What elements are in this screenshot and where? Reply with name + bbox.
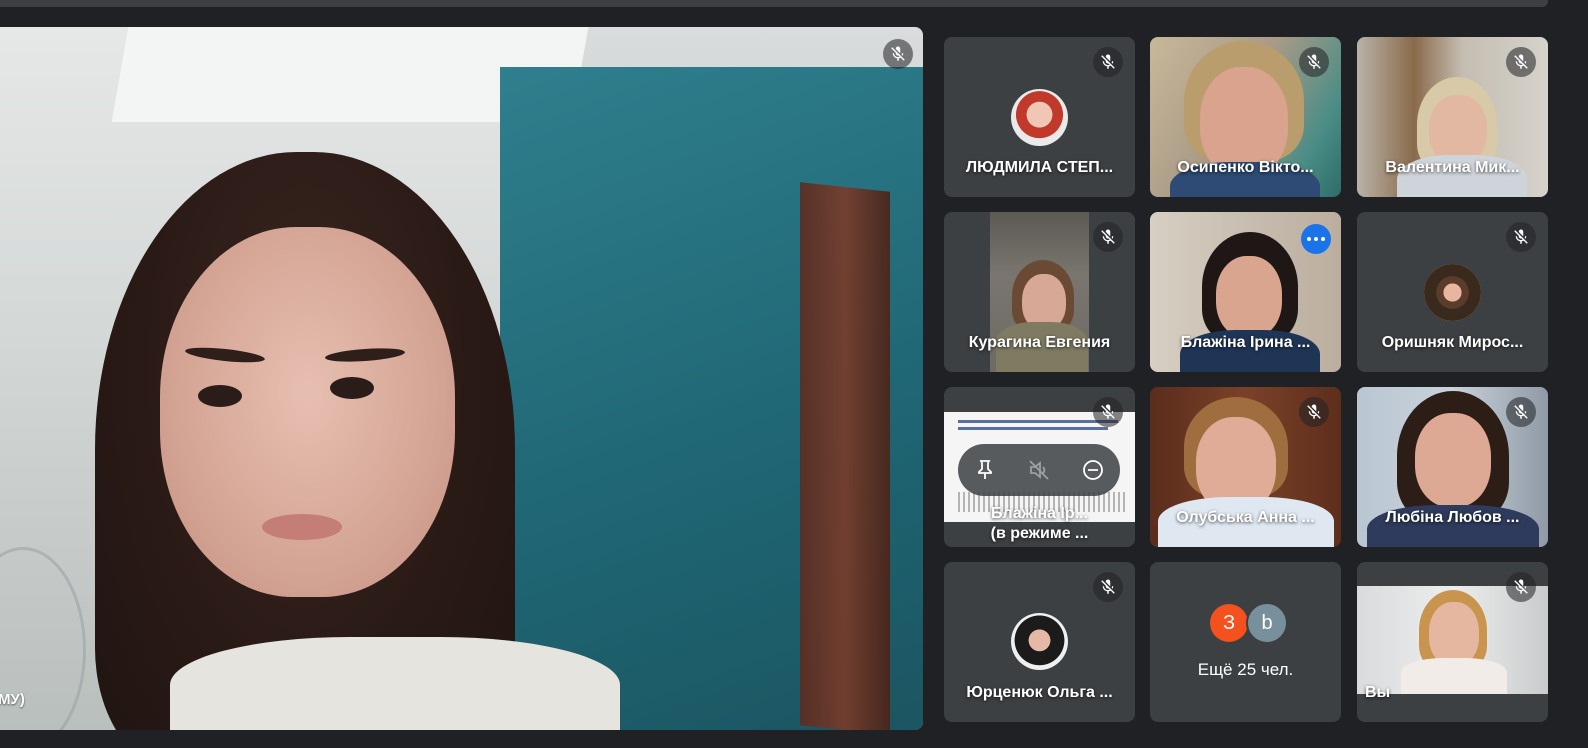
participant-name: ЛЮДМИЛА СТЕП... [965, 159, 1114, 176]
participant-tile[interactable]: Валентина Мик... [1357, 37, 1548, 197]
participant-name: Любіна Любов ... [1385, 509, 1520, 526]
mic-off-icon [1506, 47, 1536, 77]
pin-icon[interactable] [970, 455, 1000, 485]
avatar: З [1210, 604, 1248, 642]
participant-face [1415, 413, 1491, 507]
mic-off-icon [1506, 397, 1536, 427]
avatar: b [1246, 602, 1288, 644]
mic-off-icon [1299, 47, 1329, 77]
avatar [1011, 613, 1068, 670]
participant-name: Валентина Мик... [1385, 159, 1520, 176]
participant-name: Блажіна Ір... [991, 505, 1088, 522]
tile-controls [958, 444, 1120, 496]
participant-subtitle: (в режиме ... [990, 525, 1089, 542]
mic-off-icon [883, 39, 913, 69]
speaker-face [160, 227, 455, 597]
main-video-tile[interactable]: МУ) [0, 27, 923, 730]
participant-tile[interactable]: Юрценюк Ольга ... [944, 562, 1135, 722]
video-door [800, 182, 890, 730]
participant-face [1216, 256, 1282, 338]
more-participants-tile[interactable]: З b Ещё 25 чел. [1150, 562, 1341, 722]
speaker-eye [330, 377, 374, 399]
more-participants-count: Ещё 25 чел. [1197, 660, 1294, 679]
participant-tile[interactable]: Курагина Евгения [944, 212, 1135, 372]
participant-tile[interactable]: Олубська Анна ... [1150, 387, 1341, 547]
mic-off-icon [1299, 397, 1329, 427]
participant-name: Блажіна Ірина ... [1180, 334, 1311, 351]
self-face [1429, 602, 1479, 666]
participant-name: Олубська Анна ... [1176, 509, 1315, 526]
self-name: Вы [1365, 684, 1391, 701]
avatar [1424, 264, 1481, 321]
participant-tile-active[interactable]: Блажіна Ірина ... [1150, 212, 1341, 372]
participant-name: Осипенко Вікто... [1177, 159, 1314, 176]
top-bar [0, 0, 1548, 7]
self-tile[interactable]: Вы [1357, 562, 1548, 722]
more-options-icon[interactable] [1301, 224, 1331, 254]
participant-tile[interactable]: Оришняк Мирос... [1357, 212, 1548, 372]
remove-icon[interactable] [1078, 455, 1108, 485]
main-participant-name: МУ) [0, 691, 25, 708]
doc-line [958, 420, 1118, 423]
mic-off-icon [1506, 572, 1536, 602]
participant-tile[interactable]: ЛЮДМИЛА СТЕП... [944, 37, 1135, 197]
doc-line [958, 427, 1108, 430]
participant-avatars: З b [1210, 602, 1290, 644]
participant-name: Юрценюк Ольга ... [966, 684, 1113, 701]
volume-off-icon[interactable] [1024, 455, 1054, 485]
speaker-lips [262, 514, 342, 540]
participant-tile[interactable]: Осипенко Вікто... [1150, 37, 1341, 197]
mic-off-icon [1093, 47, 1123, 77]
participant-name: Оришняк Мирос... [1381, 334, 1524, 351]
volume-off-icon [1093, 397, 1123, 427]
participant-tile[interactable]: Любіна Любов ... [1357, 387, 1548, 547]
avatar [1011, 89, 1068, 146]
mic-off-icon [1093, 222, 1123, 252]
participant-tile-presenting[interactable]: Блажіна Ір... (в режиме ... [944, 387, 1135, 547]
speaker-sweater [170, 637, 620, 730]
mic-off-icon [1093, 572, 1123, 602]
participant-name: Курагина Евгения [968, 334, 1111, 351]
mic-off-icon [1506, 222, 1536, 252]
speaker-eye [198, 385, 242, 407]
